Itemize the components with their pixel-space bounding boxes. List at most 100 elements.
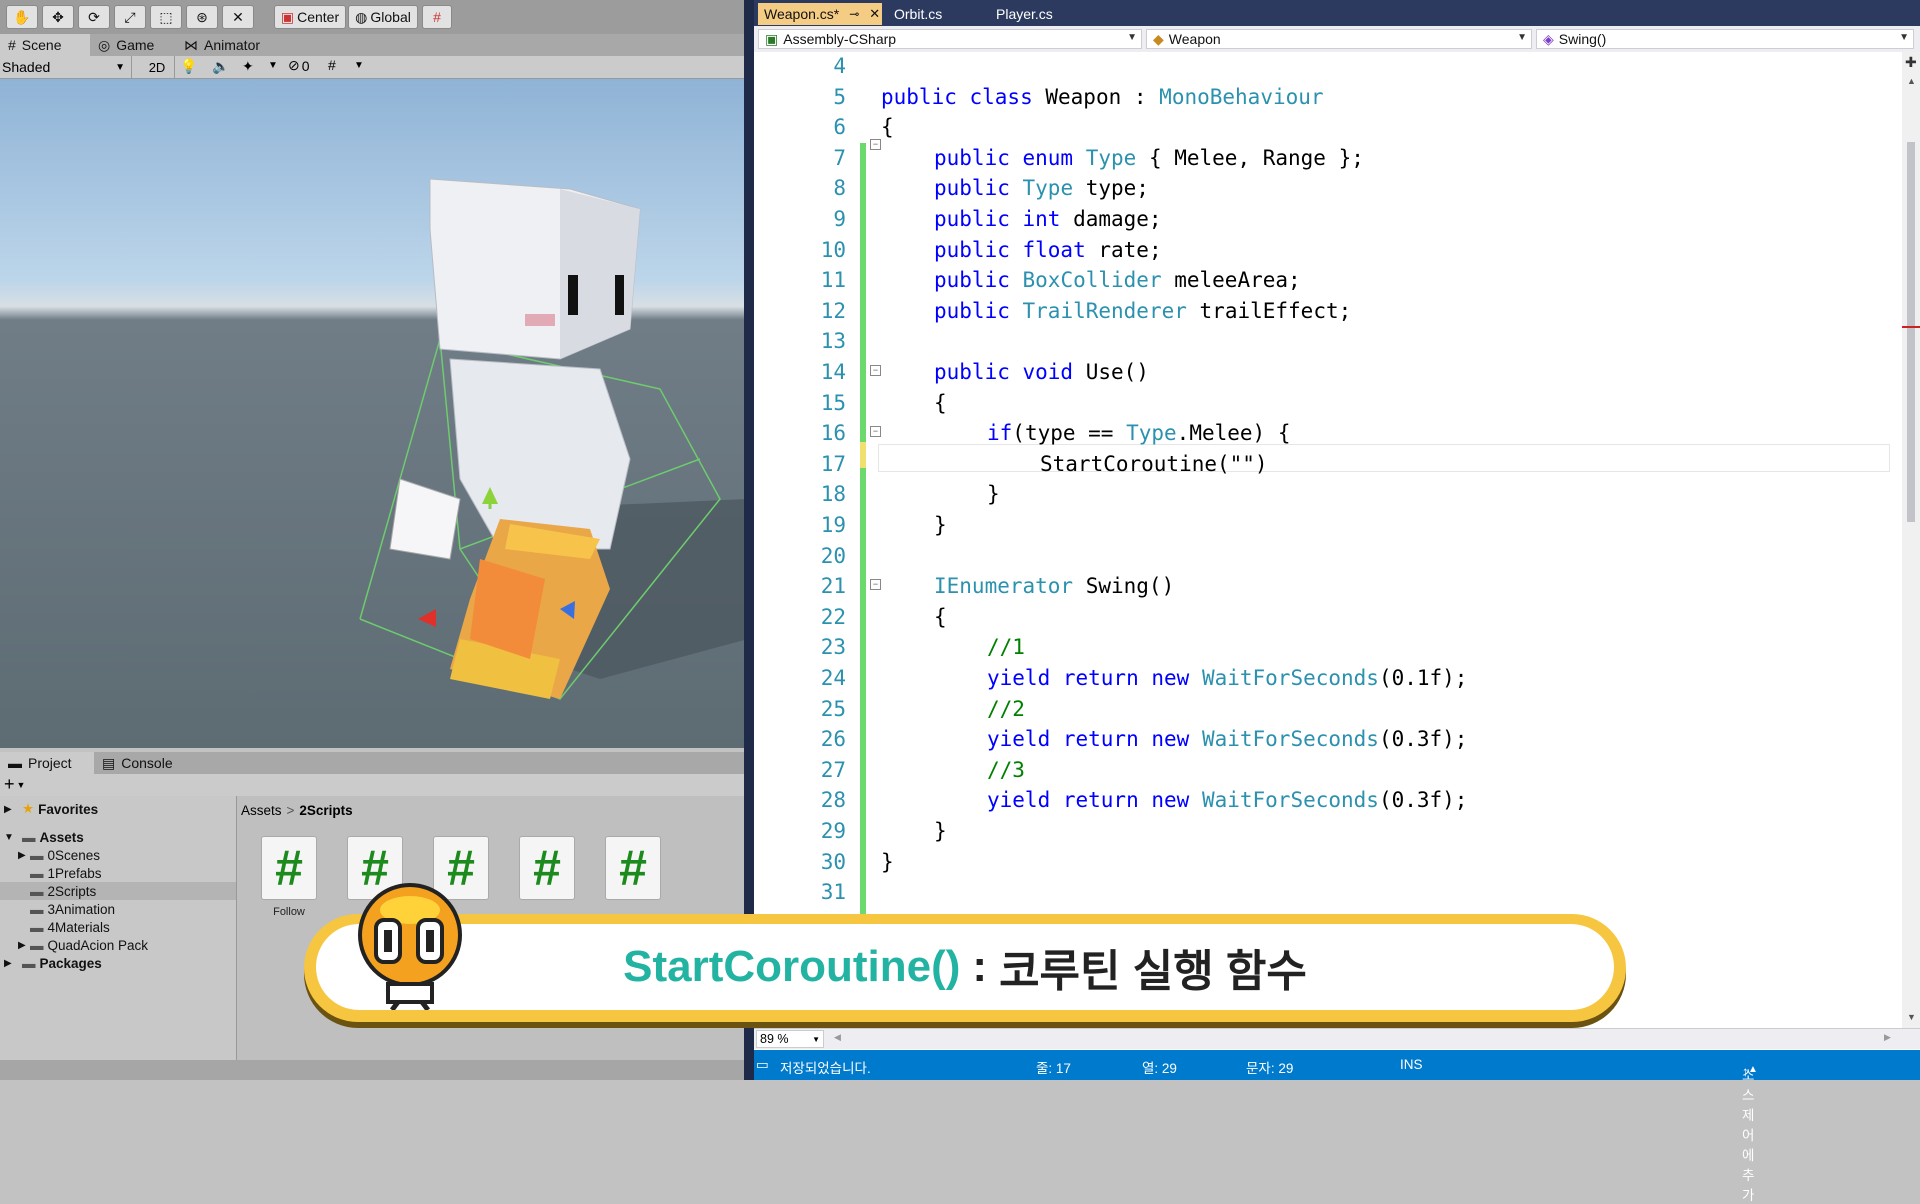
- folder-icon: ▬: [30, 901, 44, 917]
- close-icon[interactable]: ✕: [869, 6, 880, 22]
- code-line: IEnumerator Swing(): [934, 574, 1174, 598]
- script-asset[interactable]: #: [511, 836, 583, 926]
- code-token: .Melee) {: [1176, 421, 1291, 446]
- tree-item-packages[interactable]: ▶ ▬ Packages: [0, 954, 236, 972]
- grid-snap-icon[interactable]: #: [422, 5, 452, 29]
- collapse-arrow-icon: ▼: [4, 831, 14, 843]
- grid-icon[interactable]: #: [328, 57, 336, 73]
- folder-icon: ▬: [30, 865, 44, 881]
- scroll-down-icon[interactable]: ▼: [1907, 1012, 1916, 1022]
- code-token: if: [987, 421, 1013, 446]
- tree-item-folder[interactable]: ▶ ▬ 0Scenes: [0, 846, 236, 864]
- code-token: WaitForSeconds: [1201, 666, 1379, 690]
- tab-scene[interactable]: # Scene: [0, 34, 90, 56]
- script-asset[interactable]: #: [597, 836, 669, 926]
- tab-project[interactable]: ▬ Project: [0, 752, 94, 774]
- code-token: (0.1f);: [1378, 666, 1468, 690]
- breadcrumb-separator: >: [286, 802, 295, 818]
- grid-dropdown-icon[interactable]: ▼: [354, 60, 364, 71]
- hand-tool-icon[interactable]: ✋: [6, 5, 38, 29]
- code-token: yield return new: [987, 788, 1202, 813]
- line-number: 23: [820, 635, 846, 660]
- rotate-tool-icon[interactable]: ⟳: [78, 5, 110, 29]
- project-folder-tree: ▶ ★ Favorites ▼ ▬ Assets ▶ ▬ 0Scenes ▬ 1Pre…: [0, 796, 237, 1060]
- tree-item-favorites[interactable]: ▶ ★ Favorites: [0, 800, 236, 818]
- line-number: 19: [820, 513, 846, 537]
- tab-animator[interactable]: ⋈ Animator: [176, 34, 276, 56]
- tree-item-folder[interactable]: ▬ 1Prefabs: [0, 864, 236, 882]
- subtitle-banner-inner: StartCoroutine() : 코루틴 실행 함수: [316, 924, 1614, 1010]
- tree-item-folder[interactable]: ▬ 3Animation: [0, 900, 236, 918]
- tree-item-folder[interactable]: ▶ ▬ QuadAcion Pack: [0, 936, 236, 954]
- scroll-up-icon[interactable]: ▲: [1907, 76, 1916, 86]
- collapse-toggle-icon[interactable]: −: [870, 426, 881, 437]
- code-token: IEnumerator: [934, 574, 1074, 599]
- status-insert-mode: INS: [1400, 1057, 1423, 1072]
- code-token: WaitForSeconds: [1201, 788, 1379, 813]
- member-dropdown[interactable]: ◈ Swing() ▼: [1536, 29, 1914, 49]
- move-tool-icon[interactable]: ✥: [42, 5, 74, 29]
- custom-tool-icon[interactable]: ✕: [222, 5, 254, 29]
- collapse-toggle-icon[interactable]: −: [870, 365, 881, 376]
- line-number: 15: [820, 390, 846, 415]
- chevron-down-icon: ▼: [812, 1034, 820, 1044]
- tree-item-folder[interactable]: ▬ 4Materials: [0, 918, 236, 936]
- collapse-toggle-icon[interactable]: −: [870, 579, 881, 590]
- rect-tool-icon[interactable]: ⬚: [150, 5, 182, 29]
- tab-game[interactable]: ◎ Game: [90, 34, 176, 56]
- script-asset[interactable]: # Follow: [253, 836, 325, 926]
- code-token: Type: [1022, 176, 1074, 201]
- pin-icon[interactable]: ⊸: [849, 7, 859, 21]
- console-icon: ▤: [102, 754, 116, 771]
- collapse-toggle-icon[interactable]: −: [870, 139, 881, 150]
- create-button[interactable]: + ▼: [4, 774, 25, 795]
- subtitle-colon: :: [972, 942, 988, 991]
- hidden-objects-toggle[interactable]: ⊘ 0: [288, 57, 310, 74]
- code-token: public: [934, 298, 1023, 323]
- code-token: (type ==: [1012, 421, 1127, 446]
- vertical-scrollbar[interactable]: ✚ ▲ ▼: [1902, 52, 1920, 1028]
- line-number: 20: [820, 543, 846, 568]
- code-line: //1: [987, 635, 1025, 660]
- breadcrumb-current[interactable]: 2Scripts: [299, 803, 352, 818]
- tab-orbit-cs[interactable]: Orbit.cs: [888, 3, 988, 25]
- breadcrumb-root[interactable]: Assets: [241, 803, 282, 818]
- code-line: public float rate;: [934, 238, 1162, 262]
- code-editor[interactable]: 4 5 6 7 8 9 10 11 12 13 14 15 16 17 18 19 20 21 22 23 24 25 26…: [754, 52, 1902, 1028]
- scroll-left-icon[interactable]: ◀: [834, 1032, 841, 1043]
- code-token: public: [934, 176, 1023, 201]
- scroll-right-icon[interactable]: ▶: [1884, 1032, 1891, 1043]
- tree-item-assets[interactable]: ▼ ▬ Assets: [0, 828, 236, 846]
- lighting-icon[interactable]: 💡: [180, 58, 197, 75]
- pivot-center-button[interactable]: ▣ Center: [274, 5, 346, 29]
- tab-weapon-cs[interactable]: Weapon.cs* ⊸ ✕: [758, 3, 882, 25]
- line-number: 27: [820, 757, 846, 782]
- transform-tool-icon[interactable]: ⊛: [186, 5, 218, 29]
- scroll-thumb[interactable]: [1907, 142, 1915, 522]
- effects-dropdown-icon[interactable]: ▼: [268, 60, 278, 71]
- add-split-icon[interactable]: ✚: [1905, 54, 1917, 71]
- code-line: //3: [987, 757, 1025, 782]
- class-dropdown[interactable]: ◆ Weapon ▼: [1146, 29, 1532, 49]
- scale-tool-icon[interactable]: ⤢: [114, 5, 146, 29]
- zoom-dropdown[interactable]: 89 % ▼: [756, 1030, 824, 1048]
- csharp-script-icon: #: [605, 836, 661, 900]
- unity-status-bar: [0, 1060, 748, 1080]
- scene-viewport[interactable]: [0, 79, 748, 748]
- line-number: 13: [820, 329, 846, 354]
- project-dropdown[interactable]: ▣ Assembly-CSharp ▼: [758, 29, 1142, 49]
- shading-mode-dropdown[interactable]: Shaded ▼: [0, 56, 132, 78]
- audio-icon[interactable]: 🔈: [212, 58, 229, 75]
- line-number-gutter: 4 5 6 7 8 9 10 11 12 13 14 15 16 17 18 19 20 21 22 23 24 25 26…: [754, 52, 846, 1028]
- tab-player-cs[interactable]: Player.cs: [990, 3, 1090, 25]
- chevron-down-icon: ▼: [1517, 32, 1527, 43]
- tab-console[interactable]: ▤ Console: [94, 752, 194, 774]
- effects-icon[interactable]: ✦: [242, 58, 254, 75]
- toggle-2d-button[interactable]: 2D: [140, 56, 175, 78]
- line-number: 25: [820, 696, 846, 721]
- code-token: trailEffect;: [1186, 298, 1352, 323]
- global-local-button[interactable]: ◍ Global: [348, 5, 418, 29]
- line-number: 24: [820, 666, 846, 690]
- tree-item-folder[interactable]: ▬ 2Scripts: [0, 882, 236, 900]
- code-line: public enum Type { Melee, Range };: [934, 146, 1364, 170]
